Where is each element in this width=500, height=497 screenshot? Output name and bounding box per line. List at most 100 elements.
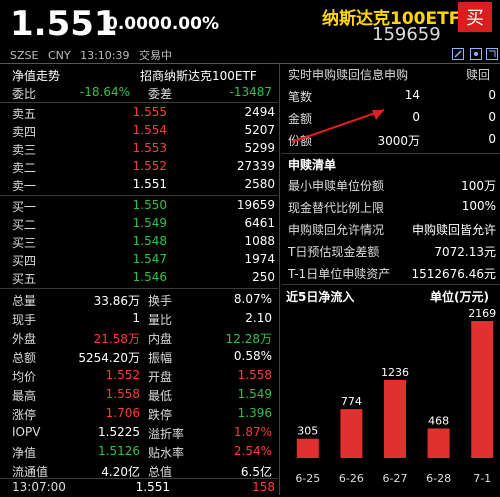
list-row-allowance: 申购赎回允许情况 申购赎回皆允许 (288, 219, 496, 239)
sell-5-volume: 2494 (244, 105, 275, 119)
buy-2-price: 1.549 (132, 216, 167, 230)
stat-value-right: 2.54% (233, 444, 272, 458)
buy-3-row[interactable]: 买三 1.548 1088 (0, 233, 278, 251)
inflow-value-label: 2169 (468, 307, 496, 320)
buy-5-label: 买五 (12, 272, 37, 286)
stat-label-left: 现手 (12, 313, 37, 327)
stat-value-left: 33.86万 (93, 294, 140, 308)
list-row-min-unit: 最小申赎单位份额 100万 (288, 175, 496, 195)
stat-value-right: 12.28万 (225, 332, 272, 346)
buy-3-price: 1.548 (132, 234, 167, 248)
stat-label-right: 溢折率 (148, 427, 185, 441)
fund-full-name: 招商纳斯达克100ETF (140, 69, 257, 83)
buy-5-row[interactable]: 买五 1.546 250 (0, 269, 278, 287)
annotation-arrow-icon (291, 109, 385, 143)
stat-label-right: 最低 (148, 389, 173, 403)
buy-4-price: 1.547 (132, 252, 167, 266)
min-unit-label: 最小申赎单位份额 (288, 179, 385, 193)
rt-amount-redeem: 0 (488, 110, 496, 124)
stat-value-right: 2.10 (245, 311, 272, 325)
stat-value-left: 5254.20万 (78, 351, 140, 365)
buy-2-row[interactable]: 买二 1.549 6461 (0, 215, 278, 233)
sell-1-price: 1.551 (132, 177, 167, 191)
stat-row: 净值 1.5126 贴水率 2.54% (0, 443, 278, 461)
cash-diff-value: 7072.13元 (434, 245, 496, 259)
sell-5-label: 卖五 (12, 107, 37, 121)
stat-value-right: 1.396 (237, 406, 272, 420)
buy-1-volume: 19659 (236, 198, 275, 212)
sell-5-price: 1.555 (132, 105, 167, 119)
sell-4-row[interactable]: 卖四 1.554 5207 (0, 122, 278, 140)
stat-label-right: 贴水率 (148, 446, 185, 460)
inflow-value-label: 774 (341, 395, 362, 408)
stat-value-left: 1.706 (105, 406, 140, 420)
stat-value-left: 1.5225 (98, 425, 140, 439)
sell-5-row[interactable]: 卖五 1.555 2494 (0, 104, 278, 122)
inflow-bar-7-1 (471, 321, 494, 458)
rt-shares-redeem: 0 (488, 132, 496, 146)
stat-value-right: 0.58% (233, 349, 272, 363)
settings-icon[interactable] (470, 48, 482, 60)
list-row-cash-cap: 现金替代比例上限 100% (288, 197, 496, 217)
realtime-redeem-header: 赎回 (466, 68, 491, 82)
cash-diff-label: T日预估现金差额 (288, 245, 380, 259)
exchange-label: SZSE (10, 49, 39, 62)
tick-price: 1.551 (135, 480, 170, 494)
stat-label-left: 最高 (12, 389, 37, 403)
sell-3-row[interactable]: 卖三 1.553 5299 (0, 140, 278, 158)
inflow-date-label: 6-26 (339, 472, 364, 485)
list-row-unit-assets: T-1日单位申赎资产 1512676.46元 (288, 263, 496, 283)
buy-1-row[interactable]: 买一 1.550 19659 (0, 197, 278, 215)
expand-icon[interactable] (486, 48, 498, 60)
quote-time: 13:10:39 (80, 49, 130, 62)
buy-5-volume: 250 (252, 270, 275, 284)
stat-value-right: 1.87% (233, 425, 272, 439)
sell-1-volume: 2580 (244, 177, 275, 191)
stat-row: 现手 1 量比 2.10 (0, 310, 278, 328)
edit-icon[interactable] (452, 48, 464, 60)
buy-2-label: 买二 (12, 218, 37, 232)
rt-count-redeem: 0 (488, 88, 496, 102)
buy-4-label: 买四 (12, 254, 37, 268)
sell-2-price: 1.552 (132, 159, 167, 173)
nav-title-row: 净值走势 招商纳斯达克100ETF (0, 65, 280, 85)
price-change-percent: 0.00% (160, 14, 219, 34)
stat-label-left: IOPV (12, 425, 41, 439)
buy-1-label: 买一 (12, 200, 37, 214)
stat-row: IOPV 1.5225 溢折率 1.87% (0, 424, 278, 442)
sell-4-volume: 5207 (244, 123, 275, 137)
inflow-date-label: 6-25 (295, 472, 320, 485)
flow-title: 近5日净流入 (286, 290, 355, 304)
inflow-bar-6-26 (340, 409, 363, 458)
tick-row: 13:07:00 1.551 158 (0, 479, 278, 497)
sell-4-label: 卖四 (12, 125, 37, 139)
quote-header: 1.551 0.000 0.00% 纳斯达克100ETF 159659 买 SZ… (0, 0, 500, 72)
buy-4-row[interactable]: 买四 1.547 1974 (0, 251, 278, 269)
list-title: 申赎清单 (288, 158, 337, 172)
stat-label-left: 涨停 (12, 408, 37, 422)
stat-label-right: 内盘 (148, 332, 173, 346)
inflow-bar-6-25 (296, 438, 319, 458)
stat-row: 总量 33.86万 换手 8.07% (0, 291, 278, 309)
nav-trend-tab[interactable]: 净值走势 (12, 67, 60, 84)
inflow-date-label: 7-1 (473, 472, 491, 485)
stat-value-left: 1 (132, 311, 140, 325)
price-change: 0.000 (106, 14, 160, 34)
sell-3-label: 卖三 (12, 143, 37, 157)
stat-label-left: 净值 (12, 446, 37, 460)
stat-label-left: 均价 (12, 370, 37, 384)
stat-value-left: 1.5126 (98, 444, 140, 458)
buy-button[interactable]: 买 (458, 2, 492, 32)
currency-label: CNY (47, 49, 71, 62)
stat-label-left: 外盘 (12, 332, 37, 346)
sell-4-price: 1.554 (132, 123, 167, 137)
sell-3-price: 1.553 (132, 141, 167, 155)
stat-row: 外盘 21.58万 内盘 12.28万 (0, 329, 278, 347)
weibi-label: 委比 (12, 87, 37, 101)
sell-2-label: 卖二 (12, 161, 37, 175)
bars-group: 305 6-25 774 6-26 1236 6-27 468 6-28 2169 7-1 (295, 307, 496, 485)
inflow-bar-6-27 (384, 379, 406, 458)
sell-1-row[interactable]: 卖一 1.551 2580 (0, 176, 278, 194)
stat-label-right: 换手 (148, 294, 173, 308)
sell-2-row[interactable]: 卖二 1.552 27339 (0, 158, 278, 176)
